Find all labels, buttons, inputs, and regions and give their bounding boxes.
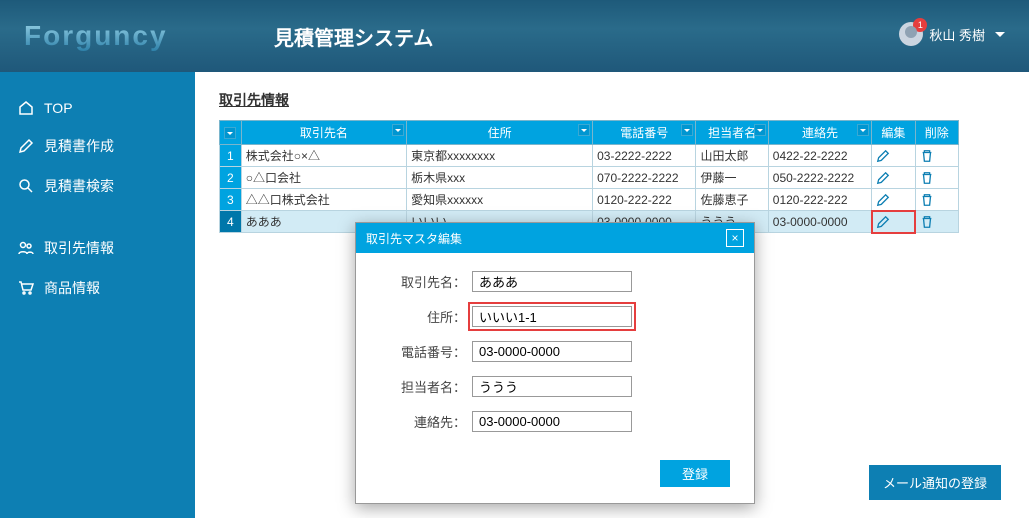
label-contact: 連絡先：	[380, 412, 472, 431]
cart-icon	[18, 280, 34, 296]
sidebar-item-label: 取引先情報	[44, 238, 114, 258]
sidebar: TOP 見積書作成 見積書検索 取引先情報 商品情報	[0, 72, 195, 518]
sidebar-item-clients[interactable]: 取引先情報	[0, 228, 195, 268]
table-row[interactable]: 2○△口会社栃木県xxx070-2222-2222伊藤一050-2222-222…	[220, 167, 959, 189]
row-number: 3	[220, 189, 242, 211]
users-icon	[18, 240, 34, 256]
app-header: Forguncy 見積管理システム 1 秋山 秀樹	[0, 0, 1029, 72]
dropdown-icon[interactable]	[754, 124, 766, 136]
cell-addr: 東京都xxxxxxxx	[407, 145, 593, 167]
logo: Forguncy	[24, 20, 214, 52]
cell-person: 山田太郎	[696, 145, 768, 167]
dropdown-icon[interactable]	[681, 124, 693, 136]
cell-name: 株式会社○×△	[241, 145, 406, 167]
app-title: 見積管理システム	[274, 22, 433, 51]
sidebar-item-label: 見積書作成	[44, 136, 114, 156]
delete-icon[interactable]	[915, 189, 958, 211]
input-telephone[interactable]	[472, 341, 632, 362]
sidebar-item-create[interactable]: 見積書作成	[0, 126, 195, 166]
delete-icon[interactable]	[915, 145, 958, 167]
sidebar-item-label: 商品情報	[44, 278, 100, 298]
label-name: 取引先名：	[380, 272, 472, 291]
user-name: 秋山 秀樹	[929, 25, 985, 44]
edit-icon[interactable]	[872, 211, 915, 233]
sidebar-item-top[interactable]: TOP	[0, 90, 195, 126]
input-client-name[interactable]	[472, 271, 632, 292]
cell-tel: 070-2222-2222	[593, 167, 696, 189]
sidebar-item-label: TOP	[44, 100, 73, 116]
cell-name: △△口株式会社	[241, 189, 406, 211]
dropdown-icon[interactable]	[224, 127, 236, 139]
sidebar-item-products[interactable]: 商品情報	[0, 268, 195, 308]
dropdown-icon[interactable]	[578, 124, 590, 136]
row-number: 1	[220, 145, 242, 167]
home-icon	[18, 100, 34, 116]
cell-contact: 050-2222-2222	[768, 167, 871, 189]
clients-table: 取引先名 住所 電話番号 担当者名 連絡先 編集 削除 1株式会社○×△東京都x…	[219, 120, 959, 233]
search-icon	[18, 178, 34, 194]
delete-icon[interactable]	[915, 167, 958, 189]
cell-tel: 0120-222-222	[593, 189, 696, 211]
edit-client-dialog: 取引先マスタ編集 × 取引先名： 住所： 電話番号： 担当者名： 連絡先： 登録	[355, 222, 755, 504]
col-tel[interactable]: 電話番号	[593, 121, 696, 145]
section-title: 取引先情報	[219, 90, 1005, 110]
register-button[interactable]: 登録	[660, 460, 730, 487]
cell-addr: 愛知県xxxxxx	[407, 189, 593, 211]
delete-icon[interactable]	[915, 211, 958, 233]
col-person[interactable]: 担当者名	[696, 121, 768, 145]
dialog-header: 取引先マスタ編集 ×	[356, 223, 754, 253]
cell-person: 佐藤恵子	[696, 189, 768, 211]
col-delete: 削除	[915, 121, 958, 145]
avatar-icon: 1	[899, 22, 923, 46]
close-icon[interactable]: ×	[726, 229, 744, 247]
cell-contact: 03-0000-0000	[768, 211, 871, 233]
col-edit: 編集	[872, 121, 915, 145]
input-address[interactable]	[472, 306, 632, 327]
col-name[interactable]: 取引先名	[241, 121, 406, 145]
edit-icon[interactable]	[872, 145, 915, 167]
mail-register-button[interactable]: メール通知の登録	[869, 465, 1001, 500]
row-number: 2	[220, 167, 242, 189]
col-corner[interactable]	[220, 121, 242, 145]
chevron-down-icon	[995, 32, 1005, 42]
sidebar-item-label: 見積書検索	[44, 176, 114, 196]
dropdown-icon[interactable]	[392, 124, 404, 136]
label-person: 担当者名：	[380, 377, 472, 396]
cell-contact: 0120-222-222	[768, 189, 871, 211]
input-contact[interactable]	[472, 411, 632, 432]
dialog-title: 取引先マスタ編集	[366, 230, 462, 247]
label-tel: 電話番号：	[380, 342, 472, 361]
cell-tel: 03-2222-2222	[593, 145, 696, 167]
cell-addr: 栃木県xxx	[407, 167, 593, 189]
notification-badge: 1	[913, 18, 927, 32]
label-addr: 住所：	[380, 307, 472, 326]
col-addr[interactable]: 住所	[407, 121, 593, 145]
sidebar-item-search[interactable]: 見積書検索	[0, 166, 195, 206]
dropdown-icon[interactable]	[857, 124, 869, 136]
table-row[interactable]: 3△△口株式会社愛知県xxxxxx0120-222-222佐藤恵子0120-22…	[220, 189, 959, 211]
cell-person: 伊藤一	[696, 167, 768, 189]
edit-icon[interactable]	[872, 189, 915, 211]
cell-name: ○△口会社	[241, 167, 406, 189]
user-menu[interactable]: 1 秋山 秀樹	[899, 22, 1005, 46]
cell-contact: 0422-22-2222	[768, 145, 871, 167]
row-number: 4	[220, 211, 242, 233]
table-row[interactable]: 1株式会社○×△東京都xxxxxxxx03-2222-2222山田太郎0422-…	[220, 145, 959, 167]
input-person[interactable]	[472, 376, 632, 397]
edit-icon[interactable]	[872, 167, 915, 189]
col-contact[interactable]: 連絡先	[768, 121, 871, 145]
pencil-icon	[18, 138, 34, 154]
